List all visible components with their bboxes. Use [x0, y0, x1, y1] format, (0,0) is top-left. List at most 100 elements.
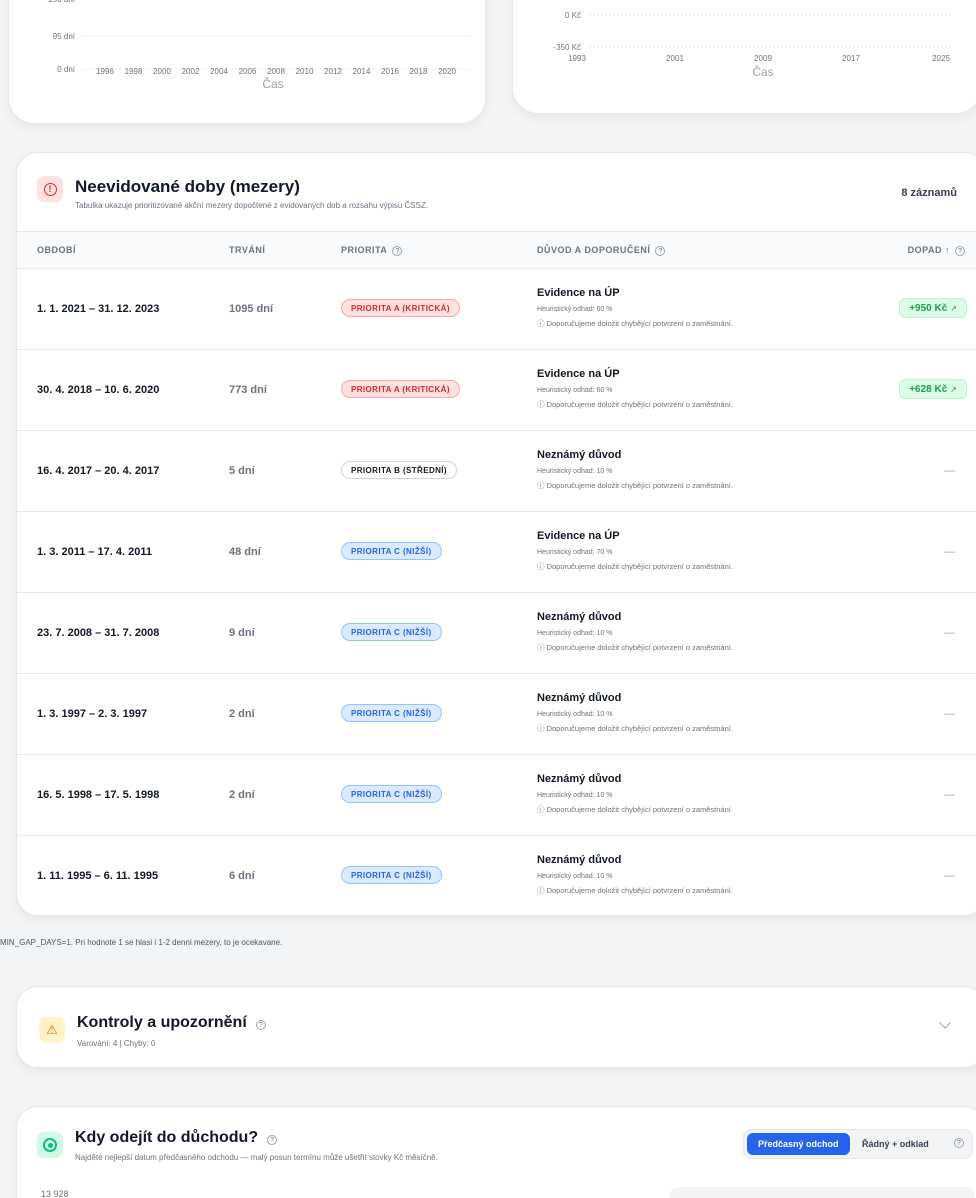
priority-badge: PRIORITA C (NIŽŠÍ): [341, 542, 442, 560]
gap-duration: 5 dní: [229, 465, 255, 477]
x-tick-label: 2018: [410, 67, 428, 76]
gap-period: 23. 7. 2008 – 31. 7. 2008: [37, 627, 160, 639]
gap-reason: Neznámý důvod: [537, 449, 622, 461]
gap-period: 30. 4. 2018 – 10. 6. 2020: [37, 384, 160, 396]
gap-recommendation: ⓘ Doporučujeme doložit chybějící potvrze…: [537, 319, 733, 328]
gap-reason: Neznámý důvod: [537, 611, 622, 623]
gap-reason: Evidence na ÚP: [537, 368, 620, 380]
gap-heuristic: Heuristický odhad: 10 %: [537, 792, 613, 799]
controls-card[interactable]: ⚠ Kontroly a upozornění? Varování: 4 | C…: [16, 986, 976, 1068]
gaps-record-count: 8 záznamů: [901, 187, 957, 199]
help-icon[interactable]: ?: [655, 246, 666, 256]
mode-early-button[interactable]: Předčasný odchod: [747, 1133, 850, 1155]
column-duration[interactable]: TRVÁNÍ: [229, 245, 265, 255]
gap-period: 1. 11. 1995 – 6. 11. 1995: [37, 870, 159, 882]
controls-summary: Varování: 4 | Chyby: 0: [77, 1039, 156, 1048]
gap-recommendation: ⓘ Doporučujeme doložit chybějící potvrze…: [537, 562, 733, 571]
impact-badge[interactable]: +628 Kč ↗: [899, 379, 967, 399]
priority-badge: PRIORITA C (NIŽŠÍ): [341, 704, 442, 722]
priority-badge: PRIORITA C (NIŽŠÍ): [341, 623, 442, 641]
gap-duration: 2 dní: [229, 789, 255, 801]
gap-impact-empty: —: [944, 789, 955, 801]
gap-recommendation: ⓘ Doporučujeme doložit chybějící potvrze…: [537, 481, 733, 490]
gap-reason: Evidence na ÚP: [537, 530, 620, 542]
x-tick-label: 2001: [666, 54, 684, 63]
x-tick-label: 2006: [239, 67, 257, 76]
gap-reason: Evidence na ÚP: [537, 287, 620, 299]
x-tick-label: 2000: [153, 67, 171, 76]
gap-impact-empty: —: [944, 870, 955, 882]
gap-duration: 773 dní: [229, 384, 267, 396]
gap-impact-empty: —: [944, 708, 955, 720]
warning-icon: ⚠: [39, 1017, 65, 1043]
table-row[interactable]: 1. 11. 1995 – 6. 11. 1995 6 dní PRIORITA C…: [17, 836, 976, 915]
gap-reason: Neznámý důvod: [537, 692, 622, 704]
gap-duration: 2 dní: [229, 708, 255, 720]
impact-badge[interactable]: +950 Kč ↗: [899, 298, 967, 318]
min-gap-note: MIN_GAP_DAYS=1. Pri hodnote 1 se hlasi i…: [0, 938, 283, 947]
gap-heuristic: Heuristický odhad: 60 %: [537, 387, 613, 394]
retirement-mode-toggle: Předčasný odchod Řádný + odklad ?: [743, 1129, 973, 1159]
gap-recommendation: ⓘ Doporučujeme doložit chybějící potvrze…: [537, 724, 733, 733]
gap-heuristic: Heuristický odhad: 10 %: [537, 630, 613, 637]
impact-chart-card: 0 Kč -350 Kč 1993 2001 2009 2017 2025 Čas: [512, 0, 976, 114]
priority-badge: PRIORITA C (NIŽŠÍ): [341, 785, 442, 803]
column-reason[interactable]: DŮVOD A DOPORUČENÍ?: [537, 245, 666, 256]
table-row[interactable]: 1. 3. 1997 – 2. 3. 1997 2 dní PRIORITA C (…: [17, 674, 976, 755]
gap-heuristic: Heuristický odhad: 10 %: [537, 468, 613, 475]
help-icon[interactable]: ?: [955, 246, 965, 256]
x-tick-label: 2010: [296, 67, 314, 76]
x-tick-label: 2016: [381, 67, 399, 76]
gap-days-chart: 190 dní 95 dní 0 dní 1996 1998 2000 2002 2004 20…: [48, 0, 469, 91]
table-row[interactable]: 30. 4. 2018 – 10. 6. 2020 773 dní PRIORITA…: [17, 350, 976, 431]
gaps-title: Neevidované doby (mezery): [75, 177, 300, 196]
column-priority[interactable]: PRIORITA?: [341, 245, 403, 256]
gap-period: 1. 1. 2021 – 31. 12. 2023: [37, 303, 160, 315]
help-icon[interactable]: ?: [267, 1135, 278, 1145]
gap-reason: Neznámý důvod: [537, 773, 622, 785]
priority-badge: PRIORITA A (KRITICKÁ): [341, 299, 460, 317]
y-tick-label: 190 dní: [48, 0, 75, 4]
x-axis-label: Čas: [752, 64, 773, 79]
x-tick-label: 2002: [182, 67, 200, 76]
x-tick-label: 2025: [932, 54, 950, 63]
mode-regular-button[interactable]: Řádný + odklad: [862, 1133, 929, 1155]
y-tick-label: 95 dní: [53, 32, 76, 41]
column-impact-sort[interactable]: DOPAD ↑?: [908, 245, 965, 256]
gap-duration: 1095 dní: [229, 303, 274, 315]
help-icon[interactable]: ?: [392, 246, 403, 256]
help-icon[interactable]: ?: [954, 1138, 964, 1148]
x-tick-label: 2014: [353, 67, 371, 76]
gaps-table-header: OBDOBÍ TRVÁNÍ PRIORITA? DŮVOD A DOPORUČE…: [17, 231, 976, 269]
table-row[interactable]: 1. 1. 2021 – 31. 12. 2023 1095 dní PRIORIT…: [17, 269, 976, 350]
retirement-card: Kdy odejít do důchodu?? Najděte nejlepší…: [16, 1106, 976, 1198]
x-tick-label: 1998: [125, 67, 143, 76]
column-period[interactable]: OBDOBÍ: [37, 245, 76, 255]
table-row[interactable]: 16. 5. 1998 – 17. 5. 1998 2 dní PRIORITA C…: [17, 755, 976, 836]
gap-period: 1. 3. 2011 – 17. 4. 2011: [37, 546, 152, 558]
priority-badge: PRIORITA A (KRITICKÁ): [341, 380, 460, 398]
alert-circle-icon: !: [37, 176, 63, 202]
table-row[interactable]: 23. 7. 2008 – 31. 7. 2008 9 dní PRIORITA C…: [17, 593, 976, 674]
gap-recommendation: ⓘ Doporučujeme doložit chybějící potvrze…: [537, 805, 733, 814]
gaps-card: ! Neevidované doby (mezery) Tabulka ukaz…: [16, 152, 976, 916]
controls-title: Kontroly a upozornění?: [77, 1014, 266, 1032]
y-tick-label: 0 Kč: [565, 11, 581, 20]
gap-recommendation: ⓘ Doporučujeme doložit chybějící potvrze…: [537, 400, 733, 409]
gap-recommendation: ⓘ Doporučujeme doložit chybějící potvrze…: [537, 643, 733, 652]
gap-reason: Neznámý důvod: [537, 854, 622, 866]
gap-days-chart-card: 190 dní 95 dní 0 dní 1996 1998 2000 2002 2004 20…: [8, 0, 486, 124]
x-tick-label: 2009: [754, 54, 772, 63]
gaps-subtitle: Tabulka ukazuje prioritizované akční mez…: [75, 201, 429, 210]
x-axis-label: Čas: [262, 76, 283, 91]
table-row[interactable]: 16. 4. 2017 – 20. 4. 2017 5 dní PRIORITA B…: [17, 431, 976, 512]
external-link-icon: ↗: [950, 385, 957, 394]
help-icon[interactable]: ?: [255, 1020, 266, 1030]
gap-impact-empty: —: [944, 546, 955, 558]
table-row[interactable]: 1. 3. 2011 – 17. 4. 2011 48 dní PRIORITA C…: [17, 512, 976, 593]
chevron-down-icon[interactable]: [939, 1017, 951, 1029]
y-tick-label: 0 dní: [57, 65, 76, 74]
x-tick-label: 2020: [438, 67, 456, 76]
retirement-side-panel: [669, 1187, 975, 1198]
impact-chart: 0 Kč -350 Kč 1993 2001 2009 2017 2025 Čas: [553, 11, 953, 79]
